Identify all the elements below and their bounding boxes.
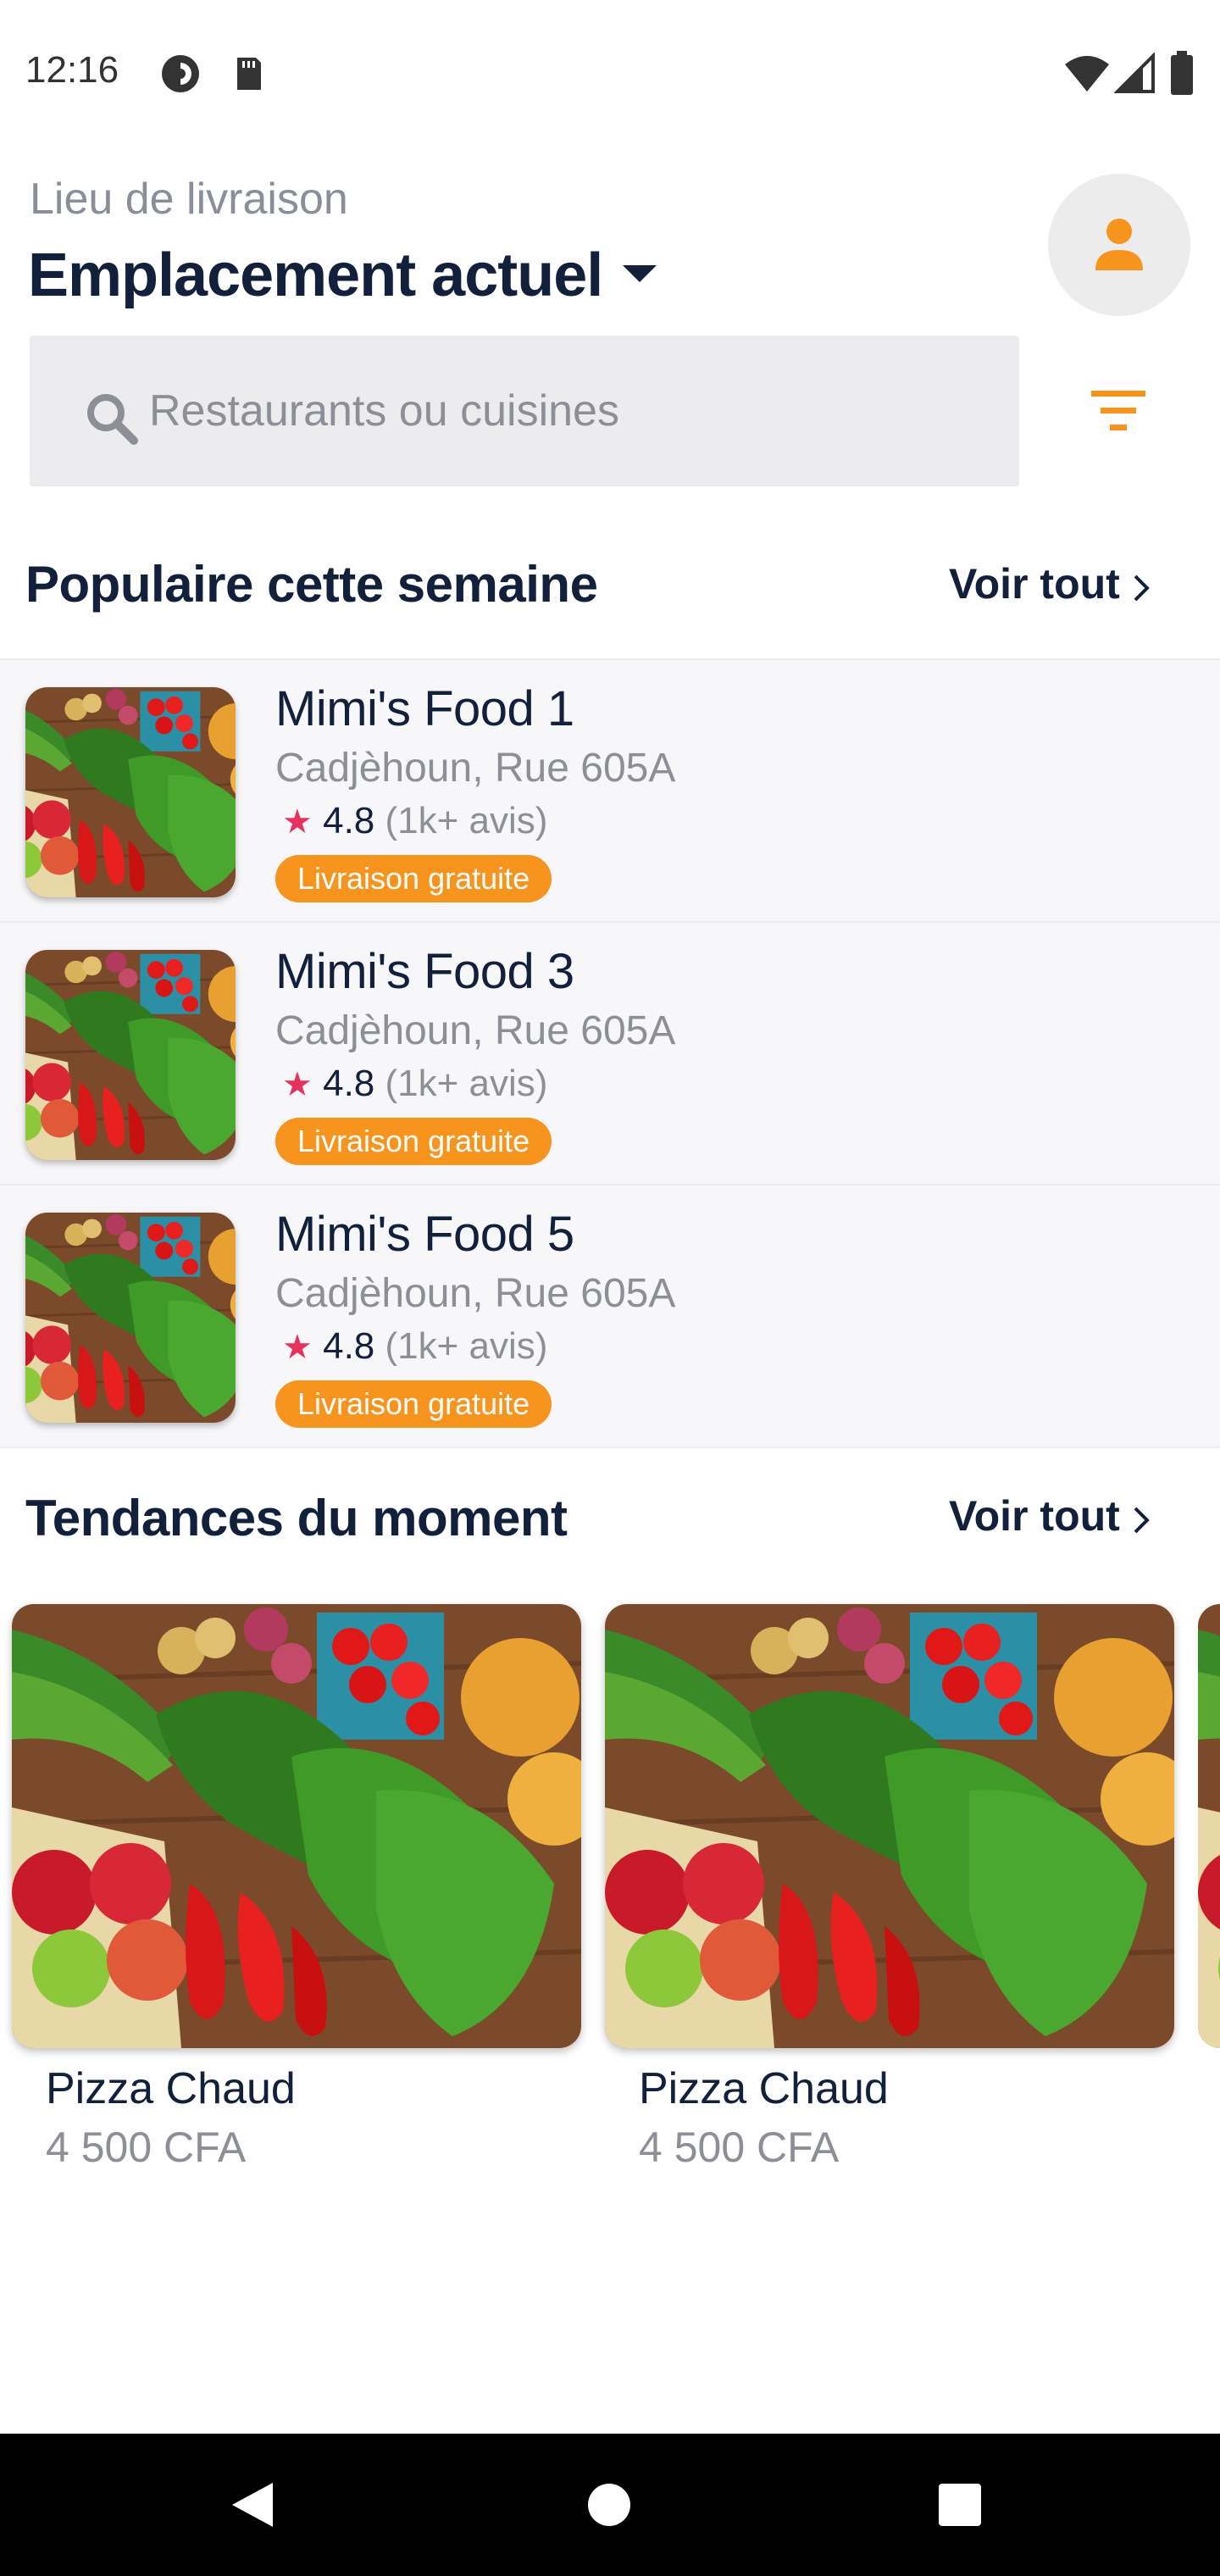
- review-count: (1k+ avis): [385, 1063, 548, 1104]
- review-count: (1k+ avis): [385, 800, 548, 841]
- system-nav-bar: [0, 2434, 1220, 2576]
- restaurant-name: Mimi's Food 1: [275, 681, 574, 736]
- free-delivery-badge: Livraison gratuite: [275, 1380, 552, 1428]
- restaurant-address: Cadjèhoun, Rue 605A: [275, 1271, 676, 1316]
- home-icon[interactable]: [587, 2483, 631, 2527]
- restaurant-name: Mimi's Food 3: [275, 944, 574, 999]
- star-icon: ★: [282, 1066, 313, 1103]
- list-item[interactable]: Mimi's Food 1 Cadjèhoun, Rue 605A ★ 4.8 …: [0, 658, 1220, 921]
- see-all-label: Voir tout: [949, 560, 1120, 608]
- restaurant-address: Cadjèhoun, Rue 605A: [275, 1008, 676, 1053]
- free-delivery-badge: Livraison gratuite: [275, 855, 552, 902]
- dish-image: [12, 1604, 581, 2048]
- rating-value: 4.8: [323, 800, 375, 841]
- list-item[interactable]: Mimi's Food 5 Cadjèhoun, Rue 605A ★ 4.8 …: [0, 1184, 1220, 1448]
- popular-see-all-link[interactable]: Voir tout: [949, 559, 1151, 608]
- star-icon: ★: [282, 1329, 313, 1366]
- sd-card-icon: [237, 58, 261, 90]
- rating-value: 4.8: [323, 1063, 375, 1104]
- trending-see-all-link[interactable]: Voir tout: [949, 1491, 1151, 1541]
- caret-down-icon: [623, 265, 657, 282]
- cell-signal-icon: [1114, 53, 1155, 93]
- location-selector[interactable]: Emplacement actuel: [28, 237, 657, 314]
- rating-value: 4.8: [323, 1325, 375, 1367]
- recents-icon[interactable]: [938, 2483, 982, 2527]
- review-count: (1k+ avis): [385, 1325, 548, 1367]
- dish-image: [605, 1604, 1174, 2048]
- filter-icon[interactable]: [1089, 386, 1148, 436]
- restaurant-rating: ★ 4.8 (1k+ avis): [282, 1063, 547, 1105]
- restaurant-thumbnail: [25, 687, 236, 897]
- dish-title: Pizza Chaud: [46, 2064, 296, 2113]
- location-title: Emplacement actuel: [28, 242, 603, 309]
- restaurant-rating: ★ 4.8 (1k+ avis): [282, 1325, 547, 1368]
- popular-list: Mimi's Food 1 Cadjèhoun, Rue 605A ★ 4.8 …: [0, 658, 1220, 1448]
- restaurant-thumbnail: [25, 950, 236, 1160]
- dish-price: 4 500 CFA: [46, 2124, 247, 2171]
- trending-section-title: Tendances du moment: [25, 1490, 568, 1546]
- chevron-right-icon: [1134, 1507, 1150, 1534]
- profile-button[interactable]: [1048, 174, 1190, 316]
- restaurant-rating: ★ 4.8 (1k+ avis): [282, 800, 547, 842]
- restaurant-name: Mimi's Food 5: [275, 1207, 574, 1262]
- battery-icon: [1171, 51, 1193, 95]
- search-placeholder: Restaurants ou cuisines: [149, 386, 619, 436]
- user-icon: [1095, 219, 1143, 270]
- wifi-icon: [1065, 56, 1109, 92]
- trending-card[interactable]: Pizza Chaud 4 500 CFA: [12, 1604, 581, 2171]
- star-icon: ★: [282, 803, 313, 841]
- trending-card[interactable]: Pizza Chaud 4 500 CFA: [605, 1604, 1174, 2171]
- pocket-casts-icon: [162, 55, 199, 92]
- free-delivery-badge: Livraison gratuite: [275, 1118, 552, 1165]
- dish-title: Pizza Chaud: [639, 2064, 889, 2113]
- see-all-label: Voir tout: [949, 1492, 1120, 1540]
- chevron-right-icon: [1134, 575, 1150, 602]
- trending-card-peek[interactable]: [1198, 1604, 1220, 2048]
- delivery-location-label: Lieu de livraison: [30, 175, 348, 224]
- dish-price: 4 500 CFA: [639, 2124, 840, 2171]
- status-time: 12:16: [25, 49, 119, 91]
- search-icon: [87, 394, 138, 445]
- restaurant-address: Cadjèhoun, Rue 605A: [275, 746, 676, 791]
- back-icon[interactable]: [230, 2481, 274, 2529]
- list-item[interactable]: Mimi's Food 3 Cadjèhoun, Rue 605A ★ 4.8 …: [0, 921, 1220, 1184]
- popular-section-title: Populaire cette semaine: [25, 556, 598, 613]
- restaurant-thumbnail: [25, 1213, 236, 1423]
